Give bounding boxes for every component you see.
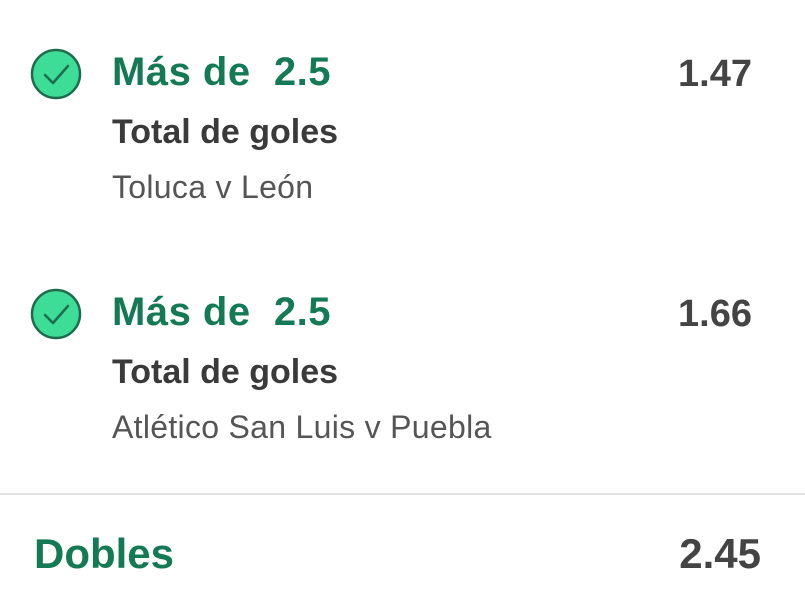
selection-odds: 1.66 bbox=[678, 293, 752, 335]
market-name: Total de goles bbox=[112, 113, 339, 151]
selection-name: Más de 2.5 bbox=[112, 50, 331, 94]
bet-selection[interactable]: Más de 2.5 Total de goles Toluca v León … bbox=[0, 30, 805, 230]
bet-type-summary: Dobles 2.45 bbox=[0, 520, 805, 590]
divider bbox=[0, 493, 805, 495]
event-name: Atlético San Luis v Puebla bbox=[112, 409, 492, 445]
selection-name: Más de 2.5 bbox=[112, 290, 331, 334]
check-icon bbox=[30, 288, 82, 340]
total-odds: 2.45 bbox=[679, 530, 761, 577]
check-icon bbox=[30, 48, 82, 100]
bet-slip: Más de 2.5 Total de goles Toluca v León … bbox=[0, 0, 805, 606]
event-name: Toluca v León bbox=[112, 169, 314, 205]
bet-type-label: Dobles bbox=[34, 530, 175, 577]
selection-odds: 1.47 bbox=[678, 53, 752, 95]
market-name: Total de goles bbox=[112, 353, 339, 391]
bet-selection[interactable]: Más de 2.5 Total de goles Atlético San L… bbox=[0, 270, 805, 470]
